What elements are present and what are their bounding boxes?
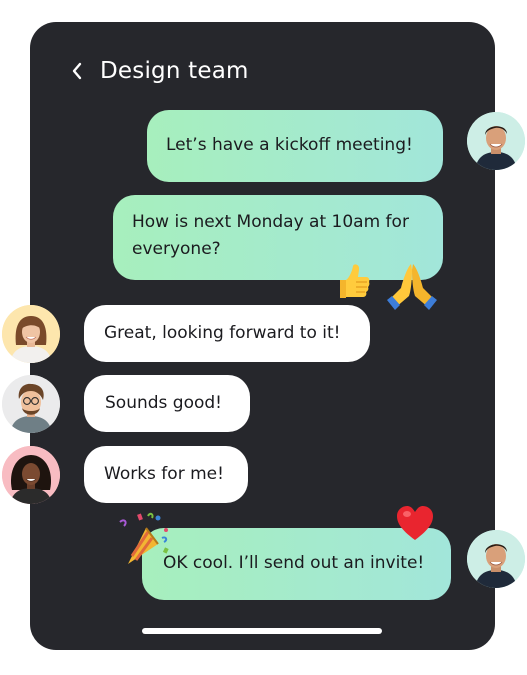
red-heart-icon[interactable] — [396, 506, 434, 546]
message-bubble[interactable]: Let’s have a kickoff meeting! — [147, 110, 443, 182]
avatar[interactable] — [2, 446, 60, 504]
party-popper-icon[interactable] — [114, 508, 172, 570]
message-text: Sounds good! — [105, 393, 222, 413]
message-text: OK cool. I’ll send out an invite! — [163, 553, 425, 573]
chevron-left-icon — [72, 62, 82, 80]
chat-screen: Design team Let’s have a kickoff meeting… — [0, 0, 527, 675]
thumbs-up-icon[interactable] — [334, 262, 372, 306]
home-indicator[interactable] — [142, 628, 382, 634]
avatar[interactable] — [467, 112, 525, 170]
avatar[interactable] — [467, 530, 525, 588]
message-bubble[interactable]: Sounds good! — [84, 375, 250, 432]
avatar[interactable] — [2, 375, 60, 433]
message-text: Great, looking forward to it! — [104, 323, 341, 343]
chat-header: Design team — [68, 54, 249, 88]
praying-hands-icon[interactable] — [385, 260, 439, 316]
message-text: Let’s have a kickoff meeting! — [166, 135, 413, 155]
message-bubble[interactable]: Great, looking forward to it! — [84, 305, 370, 362]
avatar[interactable] — [2, 305, 60, 363]
message-text: Works for me! — [104, 464, 224, 484]
page-title: Design team — [100, 58, 249, 84]
message-text: How is next Monday at 10am for everyone? — [132, 212, 409, 259]
message-bubble[interactable]: Works for me! — [84, 446, 248, 503]
back-button[interactable] — [68, 62, 86, 80]
